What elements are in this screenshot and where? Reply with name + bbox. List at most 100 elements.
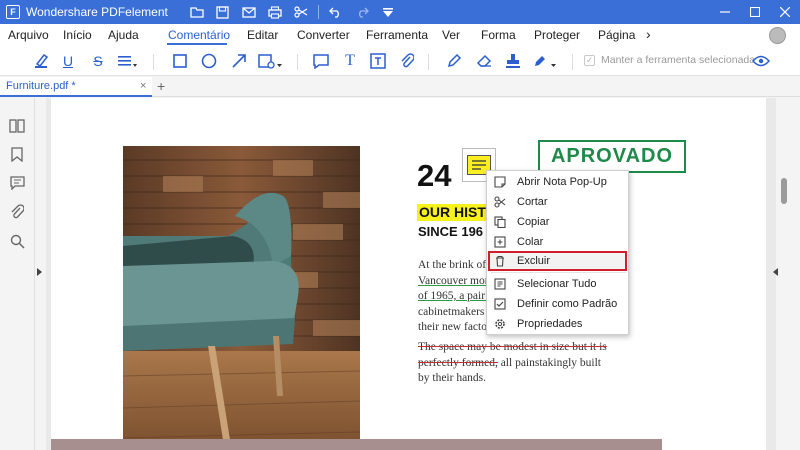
menu-proteger[interactable]: Proteger [534,28,580,42]
stamp-icon[interactable] [503,51,523,71]
ctx-item-label: Selecionar Tudo [517,278,597,290]
strikethrough-text[interactable]: perfectly formed, [418,357,498,369]
ctx-cut[interactable]: Cortar [487,192,630,212]
keep-tool-checkbox[interactable]: ✓ [584,54,595,66]
document-tab-title: Furniture.pdf * [6,80,76,92]
ctx-select-all[interactable]: Selecionar Tudo [487,274,630,294]
note-icon[interactable] [311,51,331,71]
maximize-icon[interactable] [740,0,770,24]
thumbnails-icon[interactable] [8,117,26,135]
approved-stamp[interactable]: APROVADO [538,140,686,173]
menu-inicio[interactable]: Início [63,28,92,42]
ctx-item-label: Copiar [517,216,550,228]
highlight-icon[interactable] [31,51,51,71]
rectangle-icon[interactable] [170,51,190,71]
vertical-scrollbar[interactable] [781,178,787,204]
ctx-item-label: Cortar [517,196,548,208]
mail-icon[interactable] [236,0,262,24]
paragraph-1-line-underlined[interactable]: Vancouver mor [418,274,493,290]
new-tab-icon[interactable]: + [157,78,165,94]
left-sidebar [0,98,35,450]
ctx-item-label: Abrir Nota Pop-Up [517,176,607,188]
collapse-right-panel-icon[interactable] [773,268,778,276]
keep-tool-option[interactable]: ✓ Manter a ferramenta selecionada [584,54,755,66]
paragraph-2-line: perfectly formed, all painstakingly buil… [418,356,607,372]
avatar[interactable] [769,27,786,44]
strikethrough-icon[interactable]: S [88,51,108,71]
gear-icon [487,318,513,330]
ctx-item-label: Definir como Padrão [517,298,618,310]
ctx-set-default[interactable]: Definir como Padrão [487,294,630,314]
menu-ajuda[interactable]: Ajuda [108,28,139,42]
scissors-icon [487,196,513,208]
menu-more-chevron-icon[interactable]: › [646,26,651,42]
scissors-icon[interactable] [288,0,314,24]
divider [317,5,319,19]
comments-panel-icon[interactable] [8,174,26,192]
menu-editar[interactable]: Editar [247,28,278,42]
divider [153,54,154,70]
underlined-text[interactable]: of 1965, a pair c [418,290,493,302]
arrow-icon[interactable] [229,51,249,71]
app-title: Wondershare PDFelement [26,5,168,19]
collapse-left-panel-icon[interactable] [37,268,42,276]
typewriter-icon[interactable]: T [340,51,360,71]
redo-icon[interactable] [349,0,375,24]
divider [491,272,626,273]
ctx-copy[interactable]: Copiar [487,212,630,232]
attachments-panel-icon[interactable] [8,203,26,221]
menu-forma[interactable]: Forma [481,28,516,42]
select-all-icon [487,278,513,290]
textbox-icon[interactable] [368,51,388,71]
folder-icon[interactable] [184,0,210,24]
paragraph-1-line: cabinetmakers [418,305,485,318]
tab-close-icon[interactable]: × [140,80,146,92]
attachment-icon[interactable] [397,51,417,71]
keep-tool-label: Manter a ferramenta selecionada [601,54,756,66]
bookmark-icon[interactable] [8,145,26,163]
ctx-item-label: Excluir [517,255,551,267]
eye-icon[interactable] [751,51,771,71]
checkbox-icon [487,298,513,310]
context-menu: Abrir Nota Pop-Up Cortar Copiar Colar Ex… [486,170,629,335]
paragraph-1-line: of 1965, a pair c [418,289,493,305]
menu-arquivo[interactable]: Arquivo [8,28,49,42]
circle-icon[interactable] [199,51,219,71]
divider [428,54,429,70]
app-logo-icon: F [6,5,20,19]
underline-icon[interactable]: U [58,51,78,71]
search-icon[interactable] [8,232,26,250]
menu-ver[interactable]: Ver [442,28,460,42]
divider [297,54,298,70]
chair-photo [123,146,360,450]
minimize-icon[interactable] [710,0,740,24]
heading-since: SINCE 196 [418,224,484,239]
ctx-properties[interactable]: Propriedades [487,314,630,334]
menu-converter[interactable]: Converter [297,28,350,42]
active-menu-underline [167,43,227,45]
document-tab[interactable]: Furniture.pdf * [0,77,152,97]
undo-icon[interactable] [323,0,349,24]
ctx-paste[interactable]: Colar [487,232,630,252]
menu-comentario[interactable]: Comentário [168,28,230,42]
ctx-delete[interactable]: Excluir [487,251,630,271]
menu-ferramenta[interactable]: Ferramenta [366,28,428,42]
signature-dropdown-icon[interactable] [533,51,559,71]
ctx-open-popup-note[interactable]: Abrir Nota Pop-Up [487,172,630,192]
paste-icon [487,236,513,248]
ctx-item-label: Colar [517,236,544,248]
eraser-icon[interactable] [474,51,494,71]
save-icon[interactable] [210,0,236,24]
close-icon[interactable] [770,0,800,24]
ctx-item-label: Propriedades [517,318,583,330]
pencil-icon[interactable] [444,51,464,71]
shape-dropdown-icon[interactable] [258,51,284,71]
menu-pagina[interactable]: Página [598,28,635,42]
paragraph-2-rest: all painstakingly built [497,356,601,369]
paragraph-1-line: their new facto [418,321,487,333]
divider [572,54,573,70]
strikethrough-text[interactable]: The space may be modest in size but it i… [418,340,607,356]
print-icon[interactable] [262,0,288,24]
text-align-icon[interactable] [118,51,138,71]
dropdown-arrow-icon[interactable] [375,0,401,24]
